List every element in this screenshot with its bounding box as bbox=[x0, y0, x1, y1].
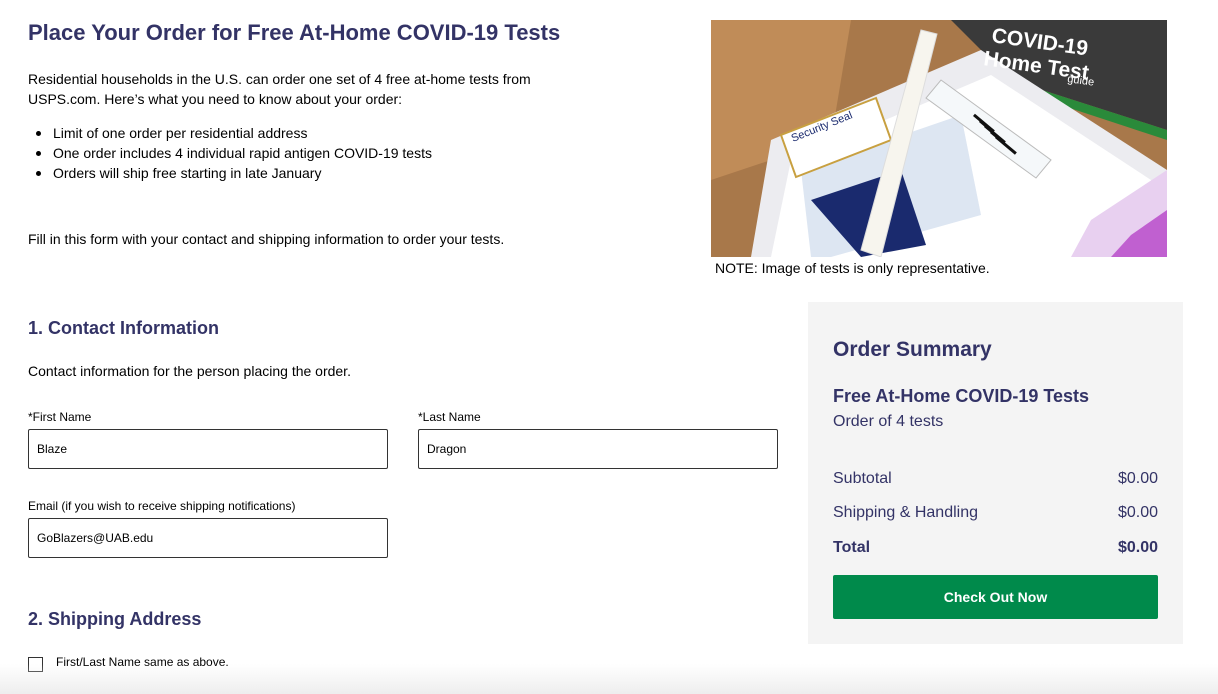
shipping-value: $0.00 bbox=[1117, 504, 1158, 521]
order-rules-list: Limit of one order per residential addre… bbox=[36, 123, 432, 183]
subtotal-value: $0.00 bbox=[1117, 470, 1158, 487]
order-summary-title: Order Summary bbox=[833, 338, 992, 361]
list-item: One order includes 4 individual rapid an… bbox=[36, 145, 432, 161]
same-name-label[interactable]: First/Last Name same as above. bbox=[56, 654, 229, 670]
product-name: Free At-Home COVID-19 Tests bbox=[833, 386, 1090, 406]
same-name-checkbox[interactable] bbox=[28, 657, 43, 672]
total-value: $0.00 bbox=[1117, 539, 1158, 556]
first-name-label: *First Name bbox=[28, 410, 92, 424]
form-instructions: Fill in this form with your contact and … bbox=[28, 231, 505, 247]
shipping-row: Shipping & Handling $0.00 bbox=[833, 504, 1158, 522]
order-summary-panel: Order Summary Free At-Home COVID-19 Test… bbox=[808, 302, 1183, 644]
email-label: Email (if you wish to receive shipping n… bbox=[28, 499, 296, 513]
intro-text: Residential households in the U.S. can o… bbox=[28, 71, 531, 107]
subtotal-label: Subtotal bbox=[833, 470, 892, 487]
contact-description: Contact information for the person placi… bbox=[28, 363, 351, 379]
total-label: Total bbox=[833, 539, 871, 556]
shipping-section-title: 2. Shipping Address bbox=[28, 609, 202, 629]
last-name-field[interactable] bbox=[418, 429, 778, 469]
shipping-label: Shipping & Handling bbox=[833, 504, 978, 521]
subtotal-row: Subtotal $0.00 bbox=[833, 470, 1158, 488]
list-item: Limit of one order per residential addre… bbox=[36, 123, 432, 143]
contact-section-title: 1. Contact Information bbox=[28, 318, 220, 338]
last-name-label: *Last Name bbox=[418, 410, 481, 424]
image-note: NOTE: Image of tests is only representat… bbox=[715, 260, 990, 276]
total-row: Total $0.00 bbox=[833, 539, 1158, 557]
page-title: Place Your Order for Free At-Home COVID-… bbox=[28, 20, 561, 45]
first-name-field[interactable] bbox=[28, 429, 388, 469]
test-kit-image: Security Seal COVID-19 Home Test guide bbox=[711, 20, 1167, 257]
product-quantity: Order of 4 tests bbox=[833, 413, 944, 430]
check-out-button[interactable]: Check Out Now bbox=[833, 575, 1158, 619]
email-field[interactable] bbox=[28, 518, 388, 558]
list-item: Orders will ship free starting in late J… bbox=[36, 163, 432, 183]
